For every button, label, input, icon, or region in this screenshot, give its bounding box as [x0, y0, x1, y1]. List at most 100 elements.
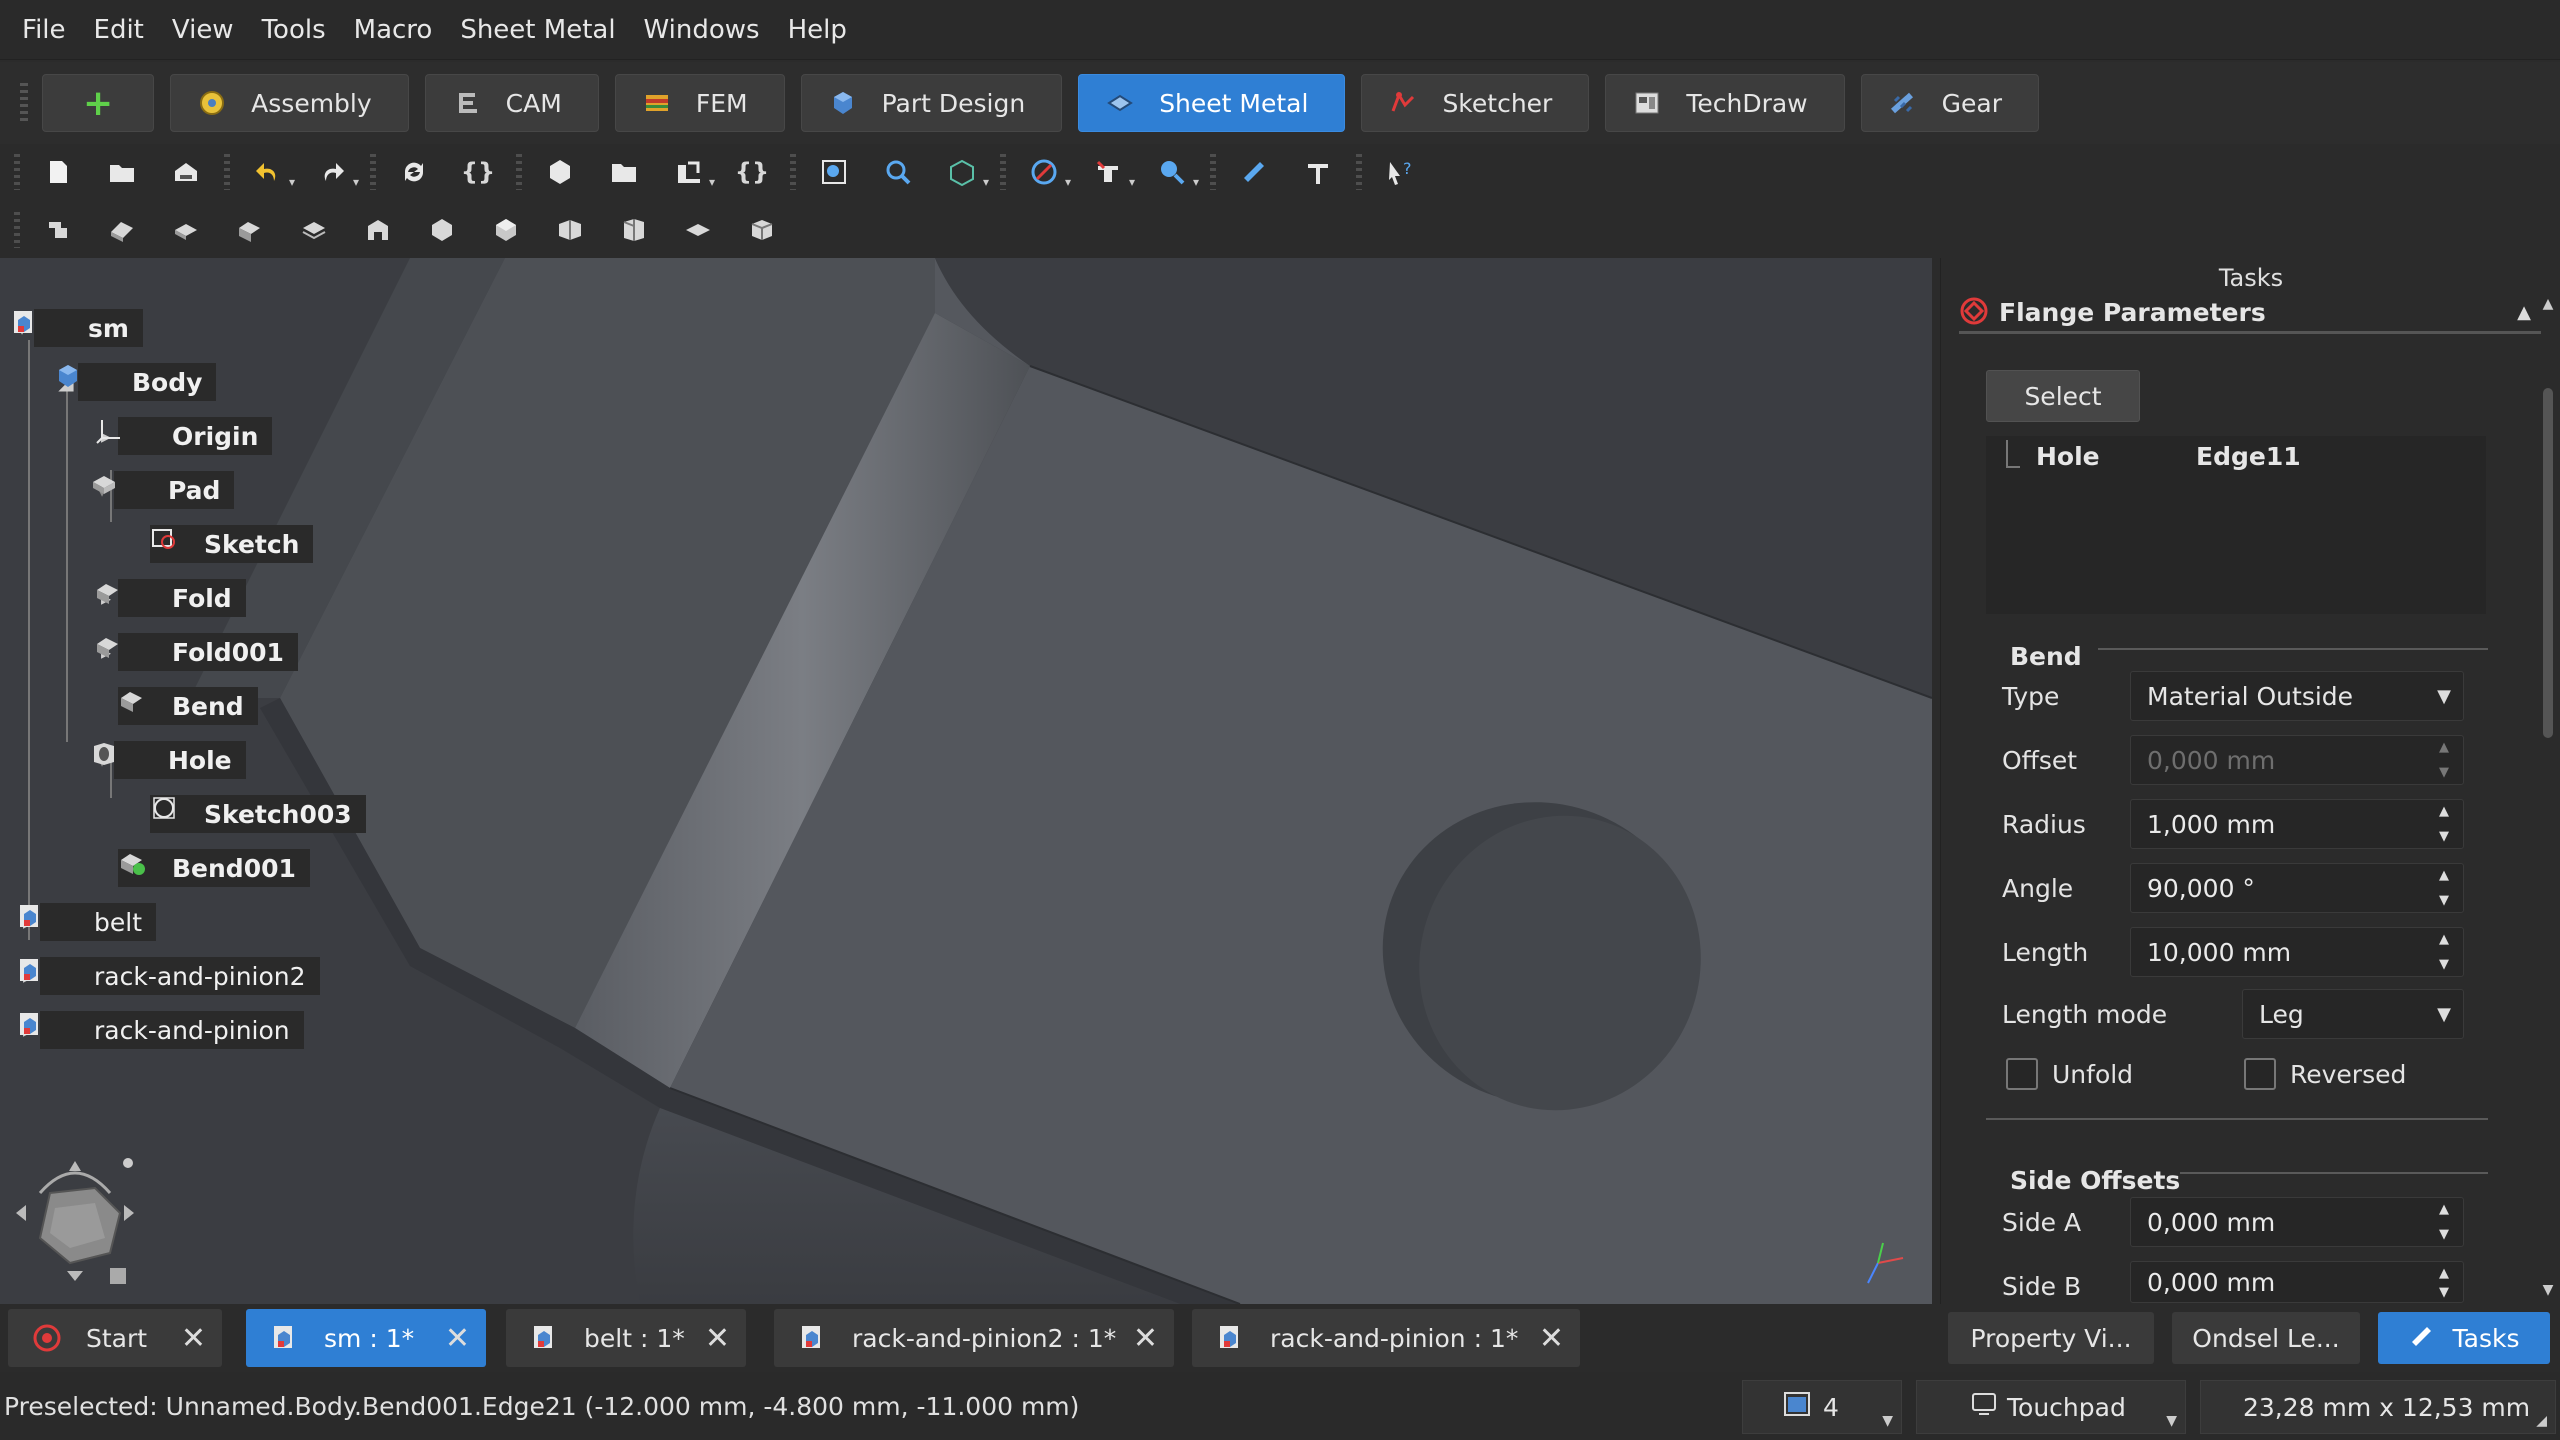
menu-view[interactable]: View [158, 15, 248, 45]
length-input[interactable]: 10,000 mm ▲ ▼ [2130, 927, 2464, 977]
toolbar-grip[interactable] [14, 154, 20, 190]
menu-help[interactable]: Help [774, 15, 861, 45]
spin-arrows-icon[interactable]: ▲ ▼ [2435, 932, 2453, 972]
tab-start[interactable]: Start ✕ [8, 1309, 222, 1367]
menu-file[interactable]: File [8, 15, 80, 45]
add-workbench-button[interactable]: + [42, 74, 155, 132]
toolbar-grip[interactable] [370, 154, 376, 190]
navigation-style-selector[interactable]: Touchpad ▼ [1916, 1380, 2186, 1434]
workbench-fem[interactable]: FEM [614, 74, 785, 132]
tree-item-body[interactable]: ◢ Body [54, 362, 217, 402]
spin-arrows-icon[interactable]: ▲ ▼ [2435, 1202, 2453, 1242]
tree-item-bend001[interactable]: Bend001 [118, 848, 310, 888]
open-folder-icon[interactable] [107, 157, 137, 187]
workbench-assembly[interactable]: Assembly [170, 74, 409, 132]
menu-sheet-metal[interactable]: Sheet Metal [446, 15, 629, 45]
base-flange-icon[interactable] [619, 215, 649, 245]
side-b-input[interactable]: 0,000 mm ▲ ▼ [2130, 1261, 2464, 1303]
macro-braces-icon[interactable]: {} [461, 157, 495, 187]
tree-item-origin[interactable]: ▸ Origin [94, 416, 273, 456]
select-button[interactable]: Select [1986, 370, 2140, 422]
radius-input[interactable]: 1,000 mm ▲ ▼ [2130, 799, 2464, 849]
close-icon[interactable]: ✕ [1539, 1321, 1564, 1356]
unfold-checkbox[interactable] [2006, 1058, 2038, 1090]
close-icon[interactable]: ✕ [181, 1321, 206, 1356]
side-a-input[interactable]: 0,000 mm ▲ ▼ [2130, 1197, 2464, 1247]
close-icon[interactable]: ✕ [705, 1321, 730, 1356]
tab-selection-view[interactable]: Ondsel Le... [2172, 1312, 2360, 1364]
part-icon[interactable] [545, 157, 575, 187]
collapse-panel-icon[interactable]: ▲ [2517, 302, 2531, 323]
spin-arrows-icon[interactable]: ▲ ▼ [2435, 868, 2453, 908]
scroll-up-icon[interactable]: ▲ [2540, 296, 2556, 312]
menu-windows[interactable]: Windows [630, 15, 774, 45]
close-icon[interactable]: ✕ [1133, 1321, 1158, 1356]
form-icon[interactable] [555, 215, 585, 245]
tree-item-fold001[interactable]: ▸ Fold001 [94, 632, 298, 672]
fit-selection-icon[interactable] [883, 157, 913, 187]
workbench-cam[interactable]: CAM [424, 74, 599, 132]
view-isometric-icon[interactable]: ▾ [947, 157, 989, 189]
toolbar-grip[interactable] [790, 154, 796, 190]
reference-object[interactable]: Hole [2036, 442, 2100, 471]
junction-icon[interactable] [427, 215, 457, 245]
undo-icon[interactable]: ▾ [253, 157, 295, 189]
tab-belt[interactable]: belt : 1* ✕ [506, 1309, 746, 1367]
toolbar-grip[interactable] [516, 154, 522, 190]
tree-item-hole[interactable]: ▾ Hole [90, 740, 246, 780]
workbench-part-design[interactable]: Part Design [800, 74, 1063, 132]
section-view-icon[interactable]: ▾ [1093, 157, 1135, 189]
reversed-checkbox[interactable] [2244, 1058, 2276, 1090]
redo-icon[interactable]: ▾ [317, 157, 359, 189]
flange-parameters-header[interactable]: Flange Parameters ▲ [1959, 294, 2541, 334]
reference-subelement[interactable]: Edge11 [2196, 442, 2301, 471]
view-count-selector[interactable]: 4 ▼ [1742, 1380, 1902, 1434]
close-icon[interactable]: ✕ [445, 1321, 470, 1356]
toolbar-grip[interactable] [14, 212, 20, 248]
unfold-icon[interactable] [299, 215, 329, 245]
tree-item-sm[interactable]: ▾ sm [10, 308, 143, 348]
tab-property-view[interactable]: Property Vi... [1948, 1312, 2154, 1364]
spin-arrows-icon[interactable]: ▲ ▼ [2435, 1266, 2453, 1300]
tree-item-sketch[interactable]: Sketch [150, 524, 314, 564]
corner-relief-icon[interactable] [491, 215, 521, 245]
measure-zoom-icon[interactable]: ▾ [1157, 157, 1199, 189]
tree-item-pad[interactable]: ▾ Pad [90, 470, 235, 510]
measure-ruler-icon[interactable] [1239, 157, 1269, 187]
angle-input[interactable]: 90,000 ° ▲ ▼ [2130, 863, 2464, 913]
group-folder-icon[interactable] [609, 157, 639, 187]
length-mode-dropdown[interactable]: Leg ▼ [2242, 989, 2464, 1039]
workbench-sheet-metal[interactable]: Sheet Metal [1078, 74, 1346, 132]
tab-rack-and-pinion[interactable]: rack-and-pinion : 1* ✕ [1192, 1309, 1580, 1367]
workbench-sketcher[interactable]: Sketcher [1361, 74, 1590, 132]
tree-item-sketch003[interactable]: Sketch003 [150, 794, 366, 834]
tree-item-rack-and-pinion[interactable]: ▸ rack-and-pinion [16, 1010, 304, 1050]
tree-item-fold[interactable]: ▸ Fold [94, 578, 246, 618]
tab-rack-and-pinion2[interactable]: rack-and-pinion2 : 1* ✕ [774, 1309, 1174, 1367]
toolbar-grip[interactable] [224, 154, 230, 190]
spreadsheet-pin-icon[interactable] [1303, 157, 1333, 187]
toolbar-grip[interactable] [20, 83, 28, 123]
new-document-icon[interactable] [43, 157, 73, 187]
3d-viewport[interactable]: ▾ sm ◢ Body ▸ Origin ▾ Pad Sketch ▸ Fold… [0, 258, 1932, 1304]
scroll-down-icon[interactable]: ▼ [2540, 1282, 2556, 1298]
tab-sm[interactable]: sm : 1* ✕ [246, 1309, 486, 1367]
navigation-cube[interactable] [10, 1153, 140, 1293]
relief-icon[interactable] [363, 215, 393, 245]
tree-item-rack-and-pinion2[interactable]: ▸ rack-and-pinion2 [16, 956, 320, 996]
reference-list[interactable]: Hole Edge11 [1986, 436, 2486, 614]
tasks-scrollbar[interactable]: ▲ ▼ [2540, 296, 2556, 1302]
base-shape-icon[interactable] [43, 215, 73, 245]
save-icon[interactable] [171, 157, 201, 187]
menu-macro[interactable]: Macro [340, 15, 447, 45]
scrollbar-thumb[interactable] [2543, 388, 2553, 738]
draw-style-icon[interactable]: ▾ [1029, 157, 1071, 189]
tree-item-bend[interactable]: Bend [118, 686, 258, 726]
fold-icon[interactable] [235, 215, 265, 245]
toolbar-grip[interactable] [1356, 154, 1362, 190]
dimensions-display[interactable]: 23,28 mm x 12,53 mm ◢ [2200, 1380, 2556, 1434]
whats-this-icon[interactable]: ? [1385, 157, 1415, 187]
spin-arrows-icon[interactable]: ▲ ▼ [2435, 804, 2453, 844]
tab-tasks[interactable]: Tasks [2378, 1312, 2550, 1364]
workbench-gear[interactable]: Gear [1860, 74, 2039, 132]
